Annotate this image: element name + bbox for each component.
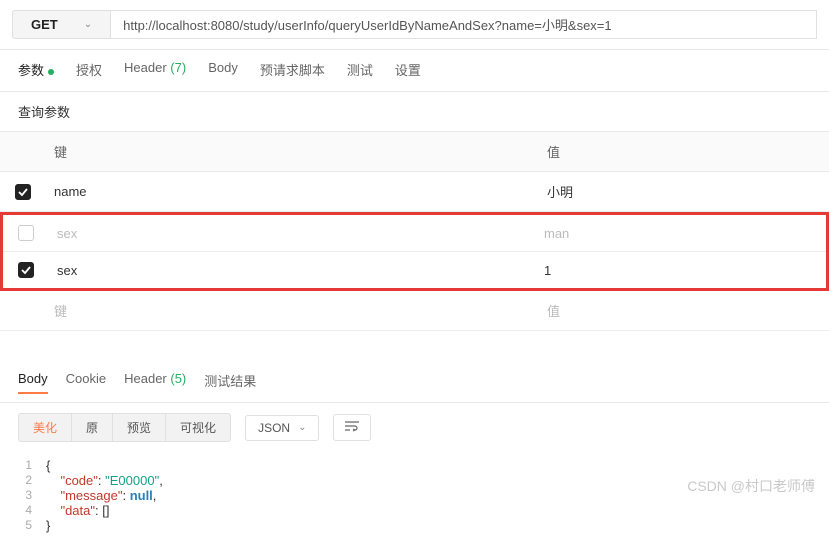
chevron-down-icon: ⌄	[298, 422, 306, 433]
response-tab-header[interactable]: Header (5)	[124, 371, 186, 394]
preview-button[interactable]: 预览	[113, 414, 166, 441]
section-label: 查询参数	[0, 92, 829, 131]
visualize-button[interactable]: 可视化	[166, 414, 230, 441]
tab-params[interactable]: 参数	[18, 60, 54, 85]
param-value-input[interactable]: 小明	[539, 172, 829, 211]
request-tabs: 参数 授权 Header (7) Body 预请求脚本 测试 设置	[0, 50, 829, 92]
method-text: GET	[31, 17, 58, 32]
http-method-select[interactable]: GET ⌄	[12, 10, 111, 39]
header-key: 键	[46, 132, 539, 171]
row-checkbox[interactable]	[18, 225, 34, 241]
params-header-row: 键 值	[0, 131, 829, 172]
table-row[interactable]: sex 1	[3, 252, 826, 288]
params-table: 键 值 name 小明 sex man	[0, 131, 829, 331]
row-checkbox[interactable]	[18, 262, 34, 278]
tab-tests[interactable]: 测试	[347, 60, 373, 85]
tab-auth[interactable]: 授权	[76, 60, 102, 85]
wrap-lines-button[interactable]	[333, 414, 371, 441]
tab-prerequest[interactable]: 预请求脚本	[260, 60, 325, 85]
view-mode-group: 美化 原 预览 可视化	[18, 413, 231, 442]
tab-body[interactable]: Body	[208, 60, 238, 85]
param-key-input[interactable]: sex	[49, 253, 536, 288]
param-key-placeholder[interactable]: 键	[46, 291, 539, 330]
active-dot-icon	[48, 69, 54, 75]
response-tab-results[interactable]: 测试结果	[204, 371, 256, 394]
highlight-box: sex man sex 1	[0, 212, 829, 291]
response-tab-cookie[interactable]: Cookie	[66, 371, 106, 394]
param-key-input[interactable]: name	[46, 174, 539, 209]
header-value: 值	[539, 132, 829, 171]
tab-settings[interactable]: 设置	[395, 60, 421, 85]
beautify-button[interactable]: 美化	[19, 414, 72, 441]
format-select[interactable]: JSON ⌄	[245, 415, 319, 441]
param-value-input[interactable]: man	[536, 216, 826, 251]
param-value-placeholder[interactable]: 值	[539, 291, 829, 330]
param-value-input[interactable]: 1	[536, 253, 826, 288]
response-tab-body[interactable]: Body	[18, 371, 48, 394]
raw-button[interactable]: 原	[72, 414, 113, 441]
response-body[interactable]: 1{ 2 "code": "E00000", 3 "message": null…	[0, 452, 829, 547]
response-tabs: Body Cookie Header (5) 测试结果	[0, 361, 829, 403]
table-row[interactable]: name 小明	[0, 172, 829, 212]
table-row-new[interactable]: 键 值	[0, 291, 829, 331]
url-input[interactable]	[111, 10, 817, 39]
tab-header[interactable]: Header (7)	[124, 60, 186, 85]
chevron-down-icon: ⌄	[84, 19, 92, 30]
table-row[interactable]: sex man	[3, 215, 826, 252]
row-checkbox[interactable]	[15, 184, 31, 200]
param-key-input[interactable]: sex	[49, 216, 536, 251]
watermark: CSDN @村口老师傅	[687, 476, 815, 496]
